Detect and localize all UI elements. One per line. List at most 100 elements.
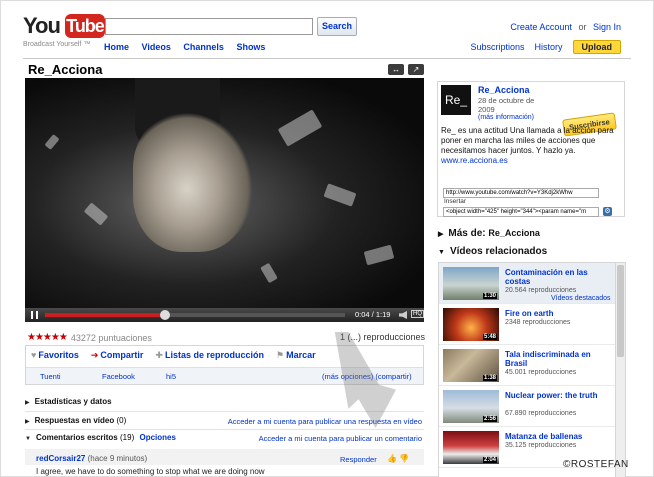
more-from-label: Más de: — [448, 228, 486, 239]
comment-text: I agree, we have to do something to stop… — [36, 467, 265, 476]
nav-home[interactable]: Home — [104, 42, 129, 52]
url-field[interactable]: http://www.youtube.com/watch?v=Y3Kdj2kWh… — [443, 188, 599, 198]
channel-name-link[interactable]: Re_Acciona — [478, 85, 530, 95]
related-video-item[interactable]: 2:56 Nuclear power: the truth 67.890 rep… — [439, 386, 615, 427]
popout-icon[interactable]: ↗ — [408, 64, 424, 75]
thumb-up-icon[interactable]: 👍 — [387, 454, 397, 463]
search-input[interactable] — [105, 18, 313, 35]
video-duration: 1:30 — [482, 293, 497, 299]
stats-label: Estadísticas y datos — [34, 397, 112, 406]
upload-button[interactable]: Upload — [572, 40, 621, 54]
stats-toggle[interactable]: ▶ Estadísticas y datos — [25, 397, 112, 406]
hq-button[interactable]: HQ — [411, 310, 424, 318]
comment-user-link[interactable]: redCorsair27 — [36, 454, 85, 463]
channel-description-text: Re_ es una actitud Una llamada a la acci… — [441, 126, 614, 155]
triangle-right-icon: ▶ — [25, 419, 30, 425]
arrow-right-icon: ➔ — [90, 350, 99, 360]
video-duration: 5:48 — [482, 334, 497, 340]
action-row: ♥ Favoritos ➔ Compartir ✚ Listas de reprodu… — [31, 350, 316, 361]
nav-videos[interactable]: Videos — [142, 42, 171, 52]
related-video-item[interactable]: 1:30 Contaminación en las costas 20.564 … — [439, 263, 615, 304]
heart-icon: ♥ — [31, 350, 37, 360]
create-account-link[interactable]: Create Account — [510, 22, 572, 32]
related-thumbnail[interactable]: 2:56 — [443, 390, 499, 423]
search-button[interactable]: Search — [317, 17, 357, 36]
related-scrollbar[interactable] — [615, 263, 625, 477]
share-button[interactable]: ➔ Compartir — [91, 350, 144, 361]
frame-hand — [133, 112, 253, 252]
related-toggle[interactable]: ▼ Vídeos relacionados — [438, 246, 547, 257]
youtube-page: You Tube Broadcast Yourself ™ Search Hom… — [0, 0, 654, 477]
share-hi5[interactable]: hi5 — [166, 372, 176, 381]
player-controls: 0:04 / 1:19 HQ — [25, 308, 424, 322]
related-title[interactable]: Matanza de ballenas — [505, 432, 610, 441]
scrollbar-thumb[interactable] — [617, 265, 624, 357]
comments-options-link[interactable]: Opciones — [139, 433, 175, 442]
more-info-link[interactable]: (más información) — [478, 114, 534, 121]
plus-icon: ✚ — [155, 350, 163, 360]
watermark: ©ROSTEFAN — [563, 459, 629, 470]
comments-count: (19) — [120, 433, 135, 442]
volume-icon[interactable] — [399, 311, 407, 319]
channel-avatar[interactable]: Re_ — [441, 85, 471, 115]
nav-shows[interactable]: Shows — [236, 42, 265, 52]
triangle-down-icon: ▼ — [438, 249, 445, 256]
video-duration: 1:38 — [482, 375, 497, 381]
frame-shard — [363, 244, 395, 266]
rating: ★★★★★ 43272 puntuaciones — [27, 332, 152, 343]
more-from-toggle[interactable]: ▶ Más de: Re_Acciona — [438, 228, 540, 239]
embed-label: Insertar — [444, 198, 467, 205]
thumb-down-icon[interactable]: 👎 — [399, 454, 409, 463]
triangle-right-icon: ▶ — [438, 231, 444, 238]
video-responses-count: (0) — [116, 416, 127, 425]
progress-fill — [45, 313, 165, 317]
related-title[interactable]: Fire on earth — [505, 309, 610, 318]
user-links: Subscriptions History Upload — [470, 40, 621, 54]
expand-player-icon[interactable]: ↔ — [388, 64, 404, 75]
video-frame[interactable] — [25, 78, 424, 308]
post-comment-link[interactable]: Acceder a mi cuenta para publicar un com… — [259, 434, 422, 443]
header-divider — [23, 58, 631, 59]
post-video-response-link[interactable]: Acceder a mi cuenta para publicar una re… — [228, 417, 422, 426]
gear-icon[interactable]: ⚙ — [603, 207, 612, 216]
reply-link[interactable]: Responder — [340, 455, 377, 464]
subscriptions-link[interactable]: Subscriptions — [470, 42, 524, 52]
related-views: 2348 reproducciones — [505, 319, 571, 326]
sign-in-link[interactable]: Sign In — [593, 22, 621, 32]
more-from-channel: Re_Acciona — [488, 228, 540, 238]
share-tuenti[interactable]: Tuenti — [40, 372, 61, 381]
related-thumbnail[interactable]: 5:48 — [443, 308, 499, 341]
related-thumbnail[interactable]: 1:30 — [443, 267, 499, 300]
progress-bar[interactable] — [45, 310, 345, 320]
youtube-logo[interactable]: You Tube Broadcast Yourself ™ — [23, 13, 105, 53]
player-size-controls: ↔ ↗ — [388, 64, 424, 75]
flag-button[interactable]: ⚑ Marcar — [276, 350, 316, 361]
related-thumbnail[interactable]: 1:38 — [443, 349, 499, 382]
video-responses-toggle[interactable]: ▶ Respuestas en vídeo (0) — [25, 416, 126, 425]
comment-author: redCorsair27 (hace 9 minutos) — [36, 454, 147, 463]
channel-site-link[interactable]: www.re.acciona.es — [441, 156, 508, 165]
featured-videos-link[interactable]: Vídeos destacados — [551, 295, 611, 302]
related-video-item[interactable]: 5:48 Fire on earth 2348 reproducciones — [439, 304, 615, 345]
related-videos-inner: 1:30 Contaminación en las costas 20.564 … — [439, 263, 615, 468]
related-title[interactable]: Contaminación en las costas — [505, 268, 610, 286]
related-views: 45.001 reproducciones — [505, 369, 577, 376]
history-link[interactable]: History — [534, 42, 562, 52]
nav-channels[interactable]: Channels — [183, 42, 224, 52]
embed-field[interactable]: <object width="425" height="344"><param … — [443, 207, 599, 217]
or-text: or — [578, 22, 587, 32]
pause-icon[interactable] — [31, 311, 38, 319]
favorites-button[interactable]: ♥ Favoritos — [31, 350, 79, 361]
comments-toggle[interactable]: ▼ Comentarios escritos (19) Opciones — [25, 433, 176, 442]
playlists-button[interactable]: ✚ Listas de reproducción — [155, 350, 264, 361]
video-player[interactable]: 0:04 / 1:19 HQ — [25, 78, 424, 322]
related-views: 67.890 reproducciones — [505, 410, 577, 417]
comments-label: Comentarios escritos — [35, 433, 118, 442]
related-thumbnail[interactable]: 2:04 — [443, 431, 499, 464]
related-title[interactable]: Tala indiscriminada en Brasil — [505, 350, 610, 368]
related-video-item[interactable]: 1:38 Tala indiscriminada en Brasil 45.00… — [439, 345, 615, 386]
rating-stars[interactable]: ★★★★★ — [27, 332, 68, 343]
share-facebook[interactable]: Facebook — [102, 372, 135, 381]
related-title[interactable]: Nuclear power: the truth — [505, 391, 610, 400]
progress-knob[interactable] — [160, 310, 170, 320]
